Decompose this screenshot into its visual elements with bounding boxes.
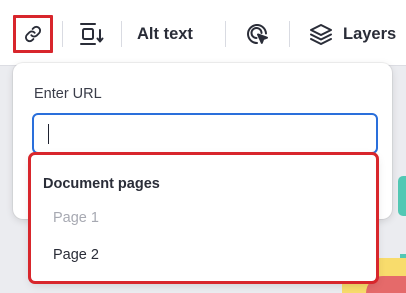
dropdown-item-page-1[interactable]: Page 1 xyxy=(31,200,376,236)
animate-button[interactable] xyxy=(244,21,272,49)
spacing-button[interactable] xyxy=(76,20,106,48)
link-icon xyxy=(24,25,42,43)
canvas-shape-green xyxy=(398,176,406,216)
link-button[interactable] xyxy=(13,15,53,53)
toolbar-divider xyxy=(121,21,122,47)
dropdown-item-page-2[interactable]: Page 2 xyxy=(31,237,376,273)
text-cursor xyxy=(48,124,49,144)
alt-text-label: Alt text xyxy=(137,24,193,43)
editor-toolbar: Alt text Layers xyxy=(0,0,406,66)
layers-label: Layers xyxy=(343,24,397,43)
animate-icon xyxy=(247,24,268,44)
enter-url-label: Enter URL xyxy=(34,86,102,102)
toolbar-divider xyxy=(62,21,63,47)
spacing-icon xyxy=(80,23,104,45)
layers-button[interactable]: Layers xyxy=(309,20,396,48)
toolbar-divider xyxy=(289,21,290,47)
url-input[interactable] xyxy=(32,113,378,154)
document-pages-dropdown: Document pages Page 1 Page 2 xyxy=(28,152,379,284)
dropdown-heading: Document pages xyxy=(43,176,160,192)
toolbar-divider xyxy=(225,21,226,47)
alt-text-button[interactable]: Alt text xyxy=(137,22,193,46)
layers-icon xyxy=(310,24,332,45)
